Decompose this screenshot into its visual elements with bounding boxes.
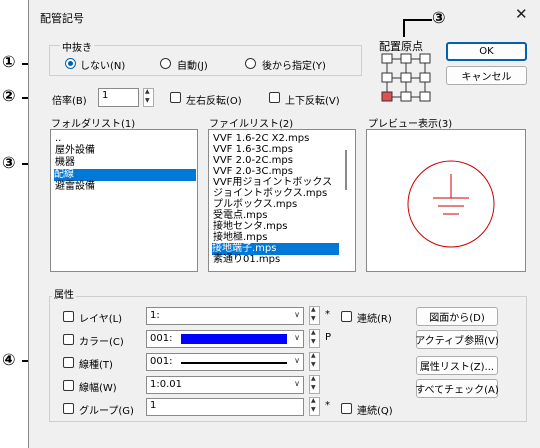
linetype-checkbox[interactable]	[63, 357, 74, 368]
group-input[interactable]: 1	[146, 398, 304, 416]
linetype-label: 線種(T)	[79, 360, 113, 371]
color-extra: P	[325, 332, 332, 343]
linewidth-checkbox[interactable]	[63, 380, 74, 391]
group-checkbox[interactable]	[63, 403, 74, 414]
attributes-label: 属性	[52, 286, 76, 301]
callout-4: ④	[2, 350, 16, 369]
group-continuous-label: 連続(Q)	[357, 406, 393, 417]
color-select[interactable]: 001: ∨	[146, 330, 304, 348]
folder-item[interactable]: 機器	[55, 157, 75, 169]
radio-auto-label: 自動(J)	[177, 61, 208, 72]
group-extra: *	[325, 400, 330, 411]
preview-box	[366, 129, 526, 272]
flip-v-label: 上下反転(V)	[285, 96, 340, 107]
color-checkbox[interactable]	[63, 334, 74, 345]
ok-button[interactable]: OK	[446, 42, 527, 61]
callout-3-left: ③	[2, 153, 16, 172]
layer-checkbox[interactable]	[63, 311, 74, 322]
layer-select[interactable]: 1: ∨	[146, 307, 304, 325]
folder-item[interactable]: 屋外設備	[55, 145, 95, 157]
file-list-label: ファイルリスト(2)	[209, 119, 294, 130]
file-list[interactable]: VVF 1.6-2C X2.mps VVF 1.6-3C.mps VVF 2.0…	[208, 129, 356, 272]
chevron-down-icon: ∨	[294, 379, 300, 388]
layer-spinner[interactable]	[309, 306, 320, 325]
linewidth-spinner[interactable]	[309, 375, 320, 394]
callout-3-top-line	[404, 19, 432, 21]
preview-label: プレビュー表示(3)	[368, 119, 453, 130]
file-item[interactable]: 素通り01.mps	[213, 254, 280, 266]
callout-1: ①	[2, 52, 16, 71]
color-spinner[interactable]	[309, 329, 320, 348]
color-swatch	[181, 334, 287, 344]
layer-extra: *	[325, 309, 330, 320]
folder-item[interactable]: ..	[55, 133, 61, 145]
flip-h-checkbox[interactable]	[170, 92, 181, 103]
origin-grid[interactable]	[378, 50, 434, 106]
group-spinner[interactable]	[309, 397, 320, 416]
callout-3-top: ③	[432, 8, 446, 27]
linetype-select[interactable]: 001: ∨	[146, 353, 304, 371]
linewidth-select[interactable]: 1:0.01 ∨	[146, 376, 304, 394]
nuki-group-label: 中抜き	[60, 39, 94, 54]
dialog-title: 配管記号	[40, 12, 84, 25]
active-reference-button[interactable]: アクティブ参照(V)	[415, 330, 499, 349]
color-label: カラー(C)	[79, 337, 124, 348]
radio-later-label: 後から指定(Y)	[262, 61, 326, 72]
from-drawing-button[interactable]: 図面から(D)	[416, 307, 498, 326]
check-all-button[interactable]: すべてチェック(A)	[415, 379, 499, 398]
folder-list[interactable]: .. 屋外設備 機器 配線 避雷設備	[50, 129, 198, 272]
radio-auto[interactable]	[160, 58, 171, 69]
chevron-down-icon: ∨	[294, 356, 300, 365]
scale-spinner[interactable]	[143, 88, 154, 107]
folder-list-label: フォルダリスト(1)	[51, 119, 136, 130]
linetype-spinner[interactable]	[309, 352, 320, 371]
flip-h-label: 左右反転(O)	[186, 96, 242, 107]
linewidth-label: 線幅(W)	[79, 383, 117, 394]
chevron-down-icon: ∨	[294, 333, 300, 342]
layer-label: レイヤ(L)	[79, 314, 123, 325]
scale-label: 倍率(B)	[52, 96, 87, 107]
group-continuous-checkbox[interactable]	[341, 403, 352, 414]
callout-2: ②	[2, 86, 16, 105]
close-icon[interactable]: ✕	[515, 5, 528, 23]
layer-continuous-checkbox[interactable]	[341, 311, 352, 322]
ground-symbol-preview	[407, 160, 495, 248]
attribute-list-button[interactable]: 属性リスト(Z)...	[416, 356, 498, 375]
group-label: グループ(G)	[79, 406, 134, 417]
radio-later[interactable]	[245, 58, 256, 69]
radio-none[interactable]	[65, 58, 76, 69]
radio-none-label: しない(N)	[80, 61, 126, 72]
cancel-button[interactable]: キャンセル	[446, 66, 527, 85]
chevron-down-icon: ∨	[294, 310, 300, 319]
scale-input[interactable]: 1	[98, 88, 139, 107]
layer-continuous-label: 連続(R)	[357, 314, 392, 325]
folder-item[interactable]: 避雷設備	[55, 181, 95, 193]
file-list-scrollbar[interactable]	[345, 150, 347, 190]
linetype-sample	[181, 362, 287, 364]
flip-v-checkbox[interactable]	[269, 92, 280, 103]
callout-3-top-line-v	[403, 19, 405, 37]
folder-item-selected[interactable]: 配線	[54, 169, 196, 181]
